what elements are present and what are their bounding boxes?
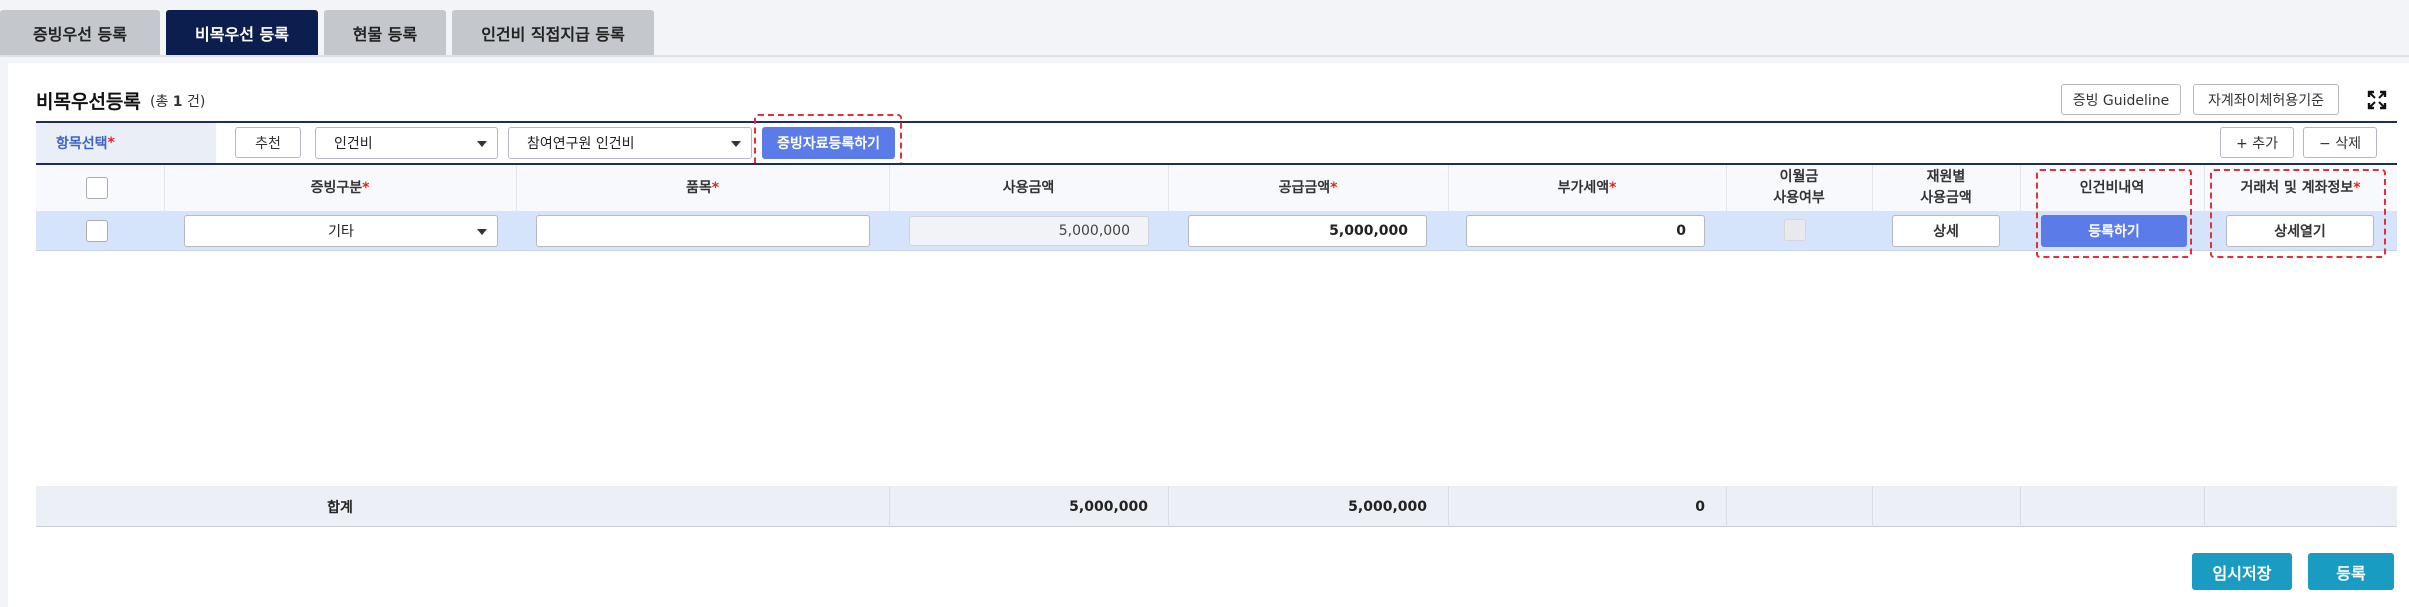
footer-divider — [2020, 486, 2021, 527]
subcategory-select-value: 참여연구원 인건비 — [527, 136, 635, 152]
total-supply-amount: 5,000,000 — [1348, 498, 1427, 515]
header-supply-amount: 공급금액 * — [1168, 165, 1448, 211]
column-divider — [2020, 165, 2021, 211]
category-select[interactable]: 인건비 — [315, 127, 498, 159]
column-divider — [1448, 165, 1449, 211]
temp-save-button[interactable]: 임시저장 — [2192, 553, 2292, 590]
tab-personnel-direct[interactable]: 인건비 직접지급 등록 — [452, 10, 654, 55]
tab-in-kind[interactable]: 현물 등록 — [324, 10, 446, 55]
header-personnel: 인건비내역 — [2020, 165, 2204, 211]
column-divider — [889, 165, 890, 211]
header-usage-amount: 사용금액 — [889, 165, 1168, 211]
footer-divider — [2204, 486, 2205, 527]
required-marker: * — [2353, 179, 2361, 196]
evidence-type-select[interactable]: 기타 — [184, 215, 498, 247]
title-divider — [36, 121, 2397, 123]
footer-divider — [1448, 486, 1449, 527]
chevron-down-icon — [477, 229, 487, 235]
vendor-detail-button[interactable]: 상세열기 — [2226, 215, 2374, 247]
tab-bar: 증빙우선 등록 비목우선 등록 현물 등록 인건비 직접지급 등록 — [0, 0, 2409, 58]
subcategory-select[interactable]: 참여연구원 인건비 — [508, 127, 752, 159]
count-suffix: 건) — [182, 94, 206, 110]
count-value: 1 — [172, 94, 183, 110]
header-vat-text: 부가세액 — [1557, 179, 1610, 196]
header-evidence-type-text: 증빙구분 — [310, 179, 363, 196]
chevron-down-icon — [477, 141, 487, 147]
column-divider — [1872, 165, 1873, 211]
required-marker: * — [711, 179, 720, 196]
footer-divider — [1872, 486, 1873, 527]
header-vat: 부가세액 * — [1448, 165, 1726, 211]
chevron-down-icon — [731, 141, 741, 147]
footer-divider — [1168, 486, 1169, 527]
recommend-button[interactable]: 추천 — [235, 127, 301, 158]
footer-divider — [1726, 486, 1727, 527]
required-marker: * — [107, 135, 115, 151]
header-usage-amount-text: 사용금액 — [1002, 179, 1055, 196]
row-checkbox[interactable] — [86, 220, 108, 242]
transfer-criteria-button[interactable]: 자계좌이체허용기준 — [2193, 84, 2339, 115]
count-prefix: (총 — [150, 94, 173, 110]
vat-input[interactable]: 0 — [1466, 215, 1705, 247]
tab-divider — [0, 55, 2409, 57]
fund-detail-button[interactable]: 상세 — [1892, 215, 2000, 247]
tab-expense-first[interactable]: 비목우선 등록 — [166, 10, 318, 55]
row-divider — [36, 250, 2397, 251]
item-input[interactable] — [536, 215, 870, 247]
register-button[interactable]: 등록 — [2308, 553, 2394, 590]
add-row-button[interactable]: + 추가 — [2220, 127, 2294, 158]
header-carryover-line2: 사용여부 — [1773, 190, 1825, 206]
item-select-label: 항목선택 * — [36, 123, 216, 163]
carryover-checkbox — [1784, 219, 1806, 241]
total-label: 합계 — [327, 499, 353, 516]
usage-amount-field: 5,000,000 — [909, 216, 1149, 246]
footer-divider — [889, 486, 890, 527]
header-evidence-type: 증빙구분 * — [164, 165, 516, 211]
total-usage-amount: 5,000,000 — [1069, 498, 1148, 515]
required-marker: * — [362, 179, 370, 196]
header-vendor: 거래처 및 계좌정보 * — [2204, 165, 2397, 211]
header-supply-amount-text: 공급금액 — [1278, 179, 1331, 196]
header-carryover-line1: 이월금 — [1779, 169, 1819, 185]
column-divider — [1726, 165, 1727, 211]
header-fund-line2: 사용금액 — [1920, 190, 1972, 206]
personnel-register-button[interactable]: 등록하기 — [2041, 215, 2187, 247]
header-carryover: 이월금사용여부 — [1726, 165, 1872, 211]
header-fund-line1: 재원별 — [1926, 169, 1966, 185]
item-select-label-text: 항목선택 — [56, 136, 108, 152]
column-divider — [516, 165, 517, 211]
required-marker: * — [1609, 179, 1617, 196]
column-divider — [2204, 165, 2205, 211]
expand-icon[interactable] — [2367, 90, 2387, 110]
select-all-checkbox[interactable] — [86, 177, 108, 199]
header-personnel-text: 인건비내역 — [2079, 179, 2145, 196]
category-select-value: 인건비 — [334, 136, 373, 152]
header-item: 품목 * — [516, 165, 889, 211]
evidence-type-value: 기타 — [328, 224, 354, 240]
required-marker: * — [1330, 179, 1338, 196]
delete-row-button[interactable]: − 삭제 — [2303, 127, 2377, 158]
register-evidence-button[interactable]: 증빙자료등록하기 — [762, 127, 895, 159]
header-fund: 재원별사용금액 — [1872, 165, 2020, 211]
record-count: (총 1 건) — [150, 91, 205, 111]
supply-amount-input[interactable]: 5,000,000 — [1188, 215, 1427, 247]
tab-evidence-first[interactable]: 증빙우선 등록 — [0, 10, 160, 55]
page-title: 비목우선등록 — [36, 91, 141, 113]
column-divider — [164, 165, 165, 211]
guideline-button[interactable]: 증빙 Guideline — [2061, 84, 2181, 115]
total-vat: 0 — [1695, 498, 1705, 515]
header-item-text: 품목 — [685, 179, 712, 196]
header-vendor-text: 거래처 및 계좌정보 — [2240, 179, 2354, 196]
column-divider — [1168, 165, 1169, 211]
